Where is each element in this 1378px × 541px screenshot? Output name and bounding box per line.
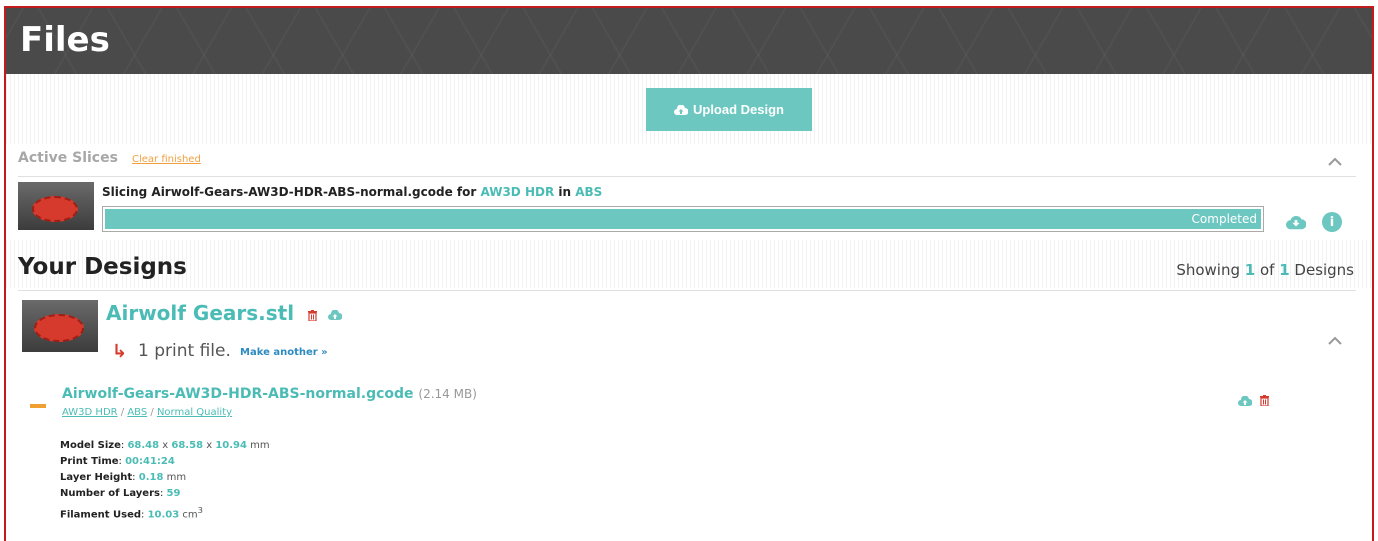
- decorative-stripes: [6, 240, 1372, 288]
- showing-total: 1: [1279, 261, 1290, 279]
- gcode-details: Model Size: 68.48 x 68.58 x 10.94 mm Pri…: [60, 438, 270, 523]
- layers-row: Number of Layers: 59: [60, 488, 181, 499]
- files-panel: Files Upload Design Active Slices Clear …: [4, 6, 1374, 541]
- make-another-link[interactable]: Make another »: [240, 347, 328, 358]
- design-name-link[interactable]: Airwolf Gears.stl: [106, 301, 294, 325]
- showing-current: 1: [1244, 261, 1256, 279]
- download-slice-icon[interactable]: [1286, 212, 1306, 232]
- slice-printer-text: AW3D HDR: [480, 185, 555, 199]
- model-z: 10.94: [215, 440, 247, 451]
- gcode-sep: /: [147, 407, 157, 418]
- collapse-slices-chevron-icon[interactable]: [1328, 157, 1342, 167]
- layer-height-label: Layer Height: [60, 472, 133, 483]
- print-time: 00:41:24: [125, 456, 175, 467]
- mm-unit: mm: [246, 440, 270, 451]
- slice-thumbnail: [18, 182, 94, 230]
- slice-material-text: ABS: [575, 185, 603, 199]
- layers-label: Number of Layers: [60, 488, 160, 499]
- layers-count: 59: [166, 488, 181, 499]
- designs-divider: [18, 290, 1356, 291]
- filament-row: Filament Used: 10.03 cm3: [60, 505, 203, 521]
- mm-unit: mm: [163, 472, 187, 483]
- upload-design-label: Upload Design: [692, 102, 784, 117]
- gcode-tags: AW3D HDR / ABS / Normal Quality: [62, 407, 232, 418]
- slice-status-label: Completed: [1191, 212, 1257, 226]
- layer-height-row: Layer Height: 0.18 mm: [60, 472, 187, 483]
- cubic-exponent: 3: [197, 505, 203, 515]
- gcode-quality-link[interactable]: Normal Quality: [157, 407, 232, 418]
- page-title: Files: [20, 20, 110, 60]
- showing-prefix: Showing: [1176, 261, 1245, 279]
- collapse-gcode-dash-icon[interactable]: [30, 404, 46, 408]
- gcode-printer-link[interactable]: AW3D HDR: [62, 407, 118, 418]
- gcode-size: (2.14 MB): [418, 387, 477, 401]
- slice-progress-fill: [105, 209, 1261, 229]
- slice-description: Slicing Airwolf-Gears-AW3D-HDR-ABS-norma…: [102, 185, 602, 199]
- x-sep: x: [159, 440, 172, 451]
- cloud-upload-icon: [674, 104, 688, 115]
- delete-design-trash-icon[interactable]: [308, 310, 317, 321]
- page-header: Files: [6, 8, 1372, 74]
- print-time-row: Print Time: 00:41:24: [60, 456, 175, 467]
- gcode-material-link[interactable]: ABS: [127, 407, 147, 418]
- layer-height: 0.18: [138, 472, 164, 483]
- model-x: 68.48: [127, 440, 160, 451]
- upload-design-button[interactable]: Upload Design: [646, 88, 812, 131]
- slices-divider: [18, 176, 1356, 177]
- designs-count: Showing 1 of 1 Designs: [1176, 261, 1354, 279]
- model-size-label: Model Size: [60, 440, 121, 451]
- gear-image: [34, 314, 84, 342]
- download-gcode-cloud-icon[interactable]: [1238, 396, 1252, 406]
- gear-image: [32, 196, 78, 222]
- gcode-title: Airwolf-Gears-AW3D-HDR-ABS-normal.gcode …: [62, 386, 477, 402]
- your-designs-title: Your Designs: [18, 254, 187, 280]
- x-sep: x: [203, 440, 216, 451]
- cm-unit: cm: [179, 509, 198, 521]
- slice-progress-bar: Completed: [102, 206, 1264, 232]
- active-slices-title: Active Slices: [18, 150, 118, 166]
- filament-label: Filament Used: [60, 509, 142, 521]
- filament-used: 10.03: [147, 509, 180, 521]
- arrow-icon: ↳: [112, 341, 128, 362]
- slice-in-text: in: [554, 185, 576, 199]
- info-icon[interactable]: i: [1322, 212, 1342, 232]
- gcode-name-link[interactable]: Airwolf-Gears-AW3D-HDR-ABS-normal.gcode: [62, 386, 414, 402]
- clear-finished-link[interactable]: Clear finished: [132, 154, 201, 165]
- showing-suffix: Designs: [1289, 261, 1354, 279]
- showing-of: of: [1255, 261, 1280, 279]
- model-y: 68.58: [171, 440, 204, 451]
- gcode-sep: /: [117, 407, 128, 418]
- upload-design-cloud-icon[interactable]: [328, 310, 342, 320]
- collapse-design-chevron-icon[interactable]: [1328, 336, 1342, 346]
- delete-gcode-trash-icon[interactable]: [1260, 395, 1269, 406]
- slice-prefix-text: Slicing Airwolf-Gears-AW3D-HDR-ABS-norma…: [102, 185, 481, 199]
- print-file-count: 1 print file.: [138, 341, 231, 361]
- print-time-label: Print Time: [60, 456, 119, 467]
- model-size-row: Model Size: 68.48 x 68.58 x 10.94 mm: [60, 440, 270, 451]
- design-thumbnail[interactable]: [22, 300, 98, 352]
